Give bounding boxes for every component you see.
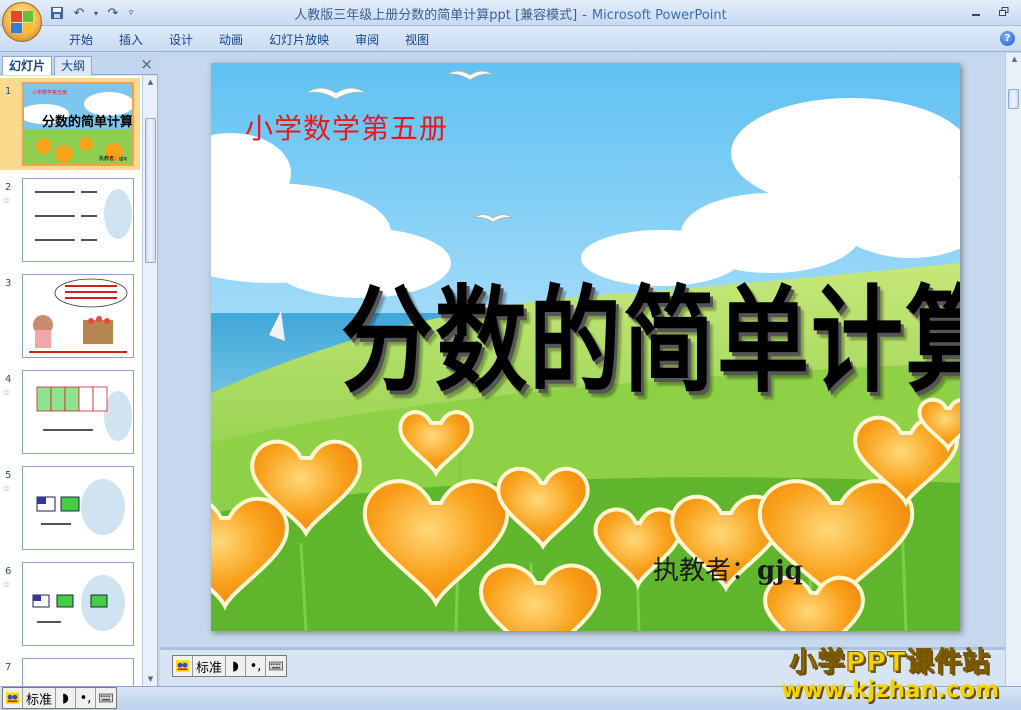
author-label: 执教者： <box>653 556 758 586</box>
tab-view[interactable]: 视图 <box>392 31 442 49</box>
slide-number: 2 <box>5 182 12 193</box>
thumbnail-row-3[interactable]: 3 <box>0 272 142 364</box>
office-button[interactable] <box>2 2 42 42</box>
tab-design[interactable]: 设计 <box>156 31 206 49</box>
slide-canvas[interactable]: 小学数学第五册 分数的简单计算 执教者：gjq <box>211 63 960 631</box>
window-controls <box>963 2 1017 22</box>
slide-editor: 小学数学第五册 分数的简单计算 执教者：gjq <box>160 53 1005 646</box>
document-title: 人教版三年级上册分数的简单计算ppt [兼容模式] <box>294 8 578 23</box>
ime-toolbar-status[interactable]: 标准 ◗ •, <box>2 687 118 709</box>
animation-star-icon: ☆ <box>3 580 11 589</box>
moon-icon[interactable]: ◗ <box>56 688 77 708</box>
thumbnail-row-1[interactable]: 1 小学数学第五册 分数的简单计算 执教者：gjq <box>0 78 142 172</box>
title-separator: - <box>582 8 587 23</box>
tab-outline[interactable]: 大纲 <box>54 56 93 75</box>
slide-thumbnail-7[interactable] <box>22 658 134 686</box>
slide-thumbnail-1[interactable]: 小学数学第五册 分数的简单计算 执教者：gjq <box>22 82 134 166</box>
thumbnail-row-6[interactable]: 6 ☆ <box>0 560 142 652</box>
svg-text:分数的简单计算: 分数的简单计算 <box>42 114 132 130</box>
slide-title[interactable]: 分数的简单计算 <box>341 248 960 414</box>
site-watermark: 小学PPT课件站 www.kjzhan.com <box>781 640 999 704</box>
editor-scrollbar[interactable]: ▲ <box>1005 53 1021 693</box>
watermark-title: 小学PPT课件站 <box>789 647 991 679</box>
tab-animations[interactable]: 动画 <box>206 31 256 49</box>
keyboard-icon[interactable] <box>266 656 286 676</box>
slide-author[interactable]: 执教者：gjq <box>653 550 803 587</box>
thumbnail-row-4[interactable]: 4 ☆ <box>0 368 142 460</box>
title-bar: ↶ ▾ ↷ ▿ 人教版三年级上册分数的简单计算ppt [兼容模式] - Micros… <box>0 0 1021 42</box>
slide-thumbnail-3[interactable] <box>22 274 134 358</box>
slide-subtitle[interactable]: 小学数学第五册 <box>245 107 448 147</box>
ime-logo-icon[interactable] <box>173 656 193 676</box>
slide-thumbnail-2[interactable] <box>22 178 134 262</box>
scroll-up-icon[interactable]: ▲ <box>1010 55 1019 64</box>
tab-home[interactable]: 开始 <box>56 31 106 49</box>
svg-text:执教者：gjq: 执教者：gjq <box>99 155 127 162</box>
thumbnail-scrollbar[interactable]: ▲ ▼ <box>142 76 157 686</box>
thumbnail-list: 1 小学数学第五册 分数的简单计算 执教者：gjq 2 ☆ 3 4 ☆ 5 ☆ … <box>0 76 142 686</box>
watermark-url: www.kjzhan.com <box>781 677 999 703</box>
slide-number: 4 <box>5 374 12 385</box>
tab-review[interactable]: 审阅 <box>342 31 392 49</box>
keyboard-icon[interactable] <box>96 688 116 708</box>
slide-number: 5 <box>5 470 12 481</box>
slide-thumbnail-6[interactable] <box>22 562 134 646</box>
restore-icon[interactable] <box>991 2 1017 22</box>
ribbon-tabs: 开始 插入 设计 动画 幻灯片放映 审阅 视图 <box>56 31 442 49</box>
office-logo-icon <box>11 11 33 33</box>
ime-toolbar[interactable]: 标准 ◗ •, <box>172 655 288 677</box>
animation-star-icon: ☆ <box>3 484 11 493</box>
moon-icon[interactable]: ◗ <box>226 656 247 676</box>
tab-insert[interactable]: 插入 <box>106 31 156 49</box>
thumbnail-row-5[interactable]: 5 ☆ <box>0 464 142 556</box>
punctuation-icon[interactable]: •, <box>76 688 97 708</box>
help-icon[interactable]: ? <box>1000 31 1015 46</box>
ime-mode-label[interactable]: 标准 <box>23 688 57 708</box>
slide-number: 6 <box>5 566 12 577</box>
punctuation-icon[interactable]: •, <box>246 656 267 676</box>
pane-tabs: 幻灯片 大纲 × <box>0 53 158 75</box>
scroll-thumb[interactable] <box>145 118 156 263</box>
slide-thumbnail-5[interactable] <box>22 466 134 550</box>
ime-mode-label[interactable]: 标准 <box>193 656 227 676</box>
close-icon[interactable]: × <box>140 55 153 73</box>
svg-text:小学数学第五册: 小学数学第五册 <box>32 89 67 96</box>
slides-pane: 幻灯片 大纲 × 1 小学数学第五册 分数的简单计算 执教者：gjq 2 ☆ 3… <box>0 53 158 686</box>
slide-number: 3 <box>5 278 12 289</box>
animation-star-icon: ☆ <box>3 196 11 205</box>
tab-slides[interactable]: 幻灯片 <box>2 56 53 75</box>
slide-thumbnail-4[interactable] <box>22 370 134 454</box>
tab-slideshow[interactable]: 幻灯片放映 <box>256 31 342 49</box>
scroll-down-icon[interactable]: ▼ <box>146 675 155 684</box>
ime-logo-icon[interactable] <box>3 688 23 708</box>
slide-number: 7 <box>5 662 12 673</box>
animation-star-icon: ☆ <box>3 388 11 397</box>
slide-number: 1 <box>5 86 12 97</box>
powerpoint-window: ↶ ▾ ↷ ▿ 人教版三年级上册分数的简单计算ppt [兼容模式] - Micros… <box>0 0 1021 710</box>
scroll-thumb[interactable] <box>1008 89 1019 109</box>
window-title: 人教版三年级上册分数的简单计算ppt [兼容模式] - Microsoft Powe… <box>0 4 1021 23</box>
ribbon: 开始 插入 设计 动画 幻灯片放映 审阅 视图 ? <box>0 26 1021 52</box>
scroll-up-icon[interactable]: ▲ <box>146 78 155 87</box>
app-name: Microsoft PowerPoint <box>591 8 727 23</box>
author-name: gjq <box>757 556 803 586</box>
thumbnail-row-7[interactable]: 7 <box>0 656 142 686</box>
thumbnail-row-2[interactable]: 2 ☆ <box>0 176 142 268</box>
minimize-icon[interactable] <box>963 2 989 22</box>
